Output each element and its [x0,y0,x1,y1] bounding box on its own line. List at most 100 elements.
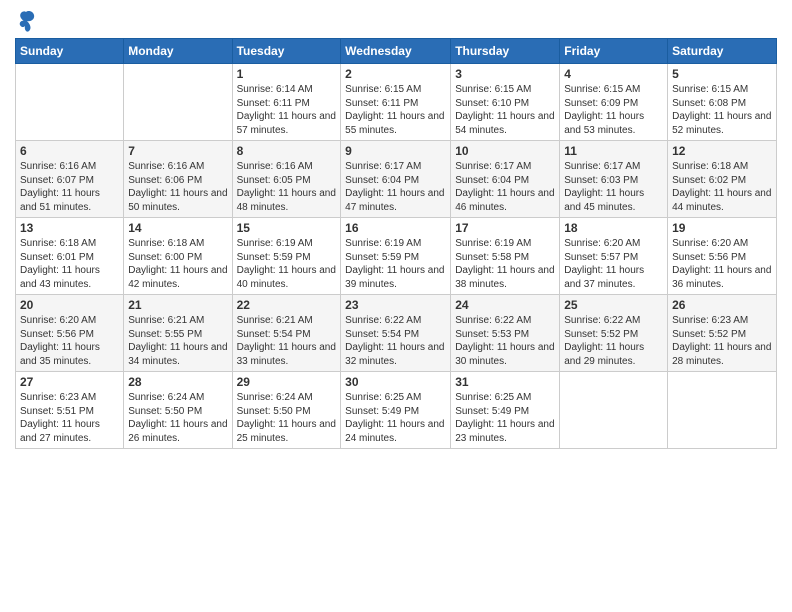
day-info: Sunrise: 6:18 AM Sunset: 6:01 PM Dayligh… [20,237,119,291]
calendar-cell: 2Sunrise: 6:15 AM Sunset: 6:11 PM Daylig… [341,64,451,141]
calendar-cell: 3Sunrise: 6:15 AM Sunset: 6:10 PM Daylig… [451,64,560,141]
calendar-cell: 20 Sunrise: 6:20 AM Sunset: 5:56 PM Dayli… [16,295,124,372]
day-info: Sunrise: 6:23 AM Sunset: 5:52 PM Dayligh… [672,314,772,368]
day-number: 18 [564,221,663,235]
day-number: 21 [128,298,227,312]
day-number: 31 [455,375,555,389]
day-number: 6 [20,144,119,158]
calendar-cell: 23 Sunrise: 6:22 AM Sunset: 5:54 PM Dayli… [341,295,451,372]
calendar-cell: 27Sunrise: 6:23 AM Sunset: 5:51 PM Dayli… [16,372,124,449]
calendar-week-row: 27Sunrise: 6:23 AM Sunset: 5:51 PM Dayli… [16,372,777,449]
calendar-day-header: Sunday [16,39,124,64]
calendar-day-header: Saturday [668,39,777,64]
calendar-cell [16,64,124,141]
calendar-cell: 31 Sunrise: 6:25 AM Sunset: 5:49 PM Dayli… [451,372,560,449]
calendar-day-header: Tuesday [232,39,341,64]
calendar-cell: 18 Sunrise: 6:20 AM Sunset: 5:57 PM Dayli… [560,218,668,295]
day-number: 9 [345,144,446,158]
day-info: Sunrise: 6:16 AM Sunset: 6:06 PM Dayligh… [128,160,227,214]
day-number: 4 [564,67,663,81]
day-info: Sunrise: 6:17 AM Sunset: 6:04 PM Dayligh… [345,160,446,214]
calendar-cell: 7 Sunrise: 6:16 AM Sunset: 6:06 PM Daylig… [124,141,232,218]
day-number: 23 [345,298,446,312]
day-info: Sunrise: 6:15 AM Sunset: 6:11 PM Dayligh… [345,83,446,137]
calendar-week-row: 20 Sunrise: 6:20 AM Sunset: 5:56 PM Dayli… [16,295,777,372]
day-number: 13 [20,221,119,235]
calendar-cell [560,372,668,449]
day-number: 7 [128,144,227,158]
day-info: Sunrise: 6:24 AM Sunset: 5:50 PM Dayligh… [237,391,337,445]
day-number: 22 [237,298,337,312]
day-info: Sunrise: 6:16 AM Sunset: 6:07 PM Dayligh… [20,160,119,214]
day-number: 1 [237,67,337,81]
day-info: Sunrise: 6:18 AM Sunset: 6:00 PM Dayligh… [128,237,227,291]
day-info: Sunrise: 6:19 AM Sunset: 5:58 PM Dayligh… [455,237,555,291]
day-number: 20 [20,298,119,312]
day-info: Sunrise: 6:15 AM Sunset: 6:10 PM Dayligh… [455,83,555,137]
day-info: Sunrise: 6:16 AM Sunset: 6:05 PM Dayligh… [237,160,337,214]
calendar-cell [124,64,232,141]
logo [15,10,35,32]
day-info: Sunrise: 6:22 AM Sunset: 5:52 PM Dayligh… [564,314,663,368]
day-info: Sunrise: 6:22 AM Sunset: 5:53 PM Dayligh… [455,314,555,368]
day-number: 28 [128,375,227,389]
day-info: Sunrise: 6:17 AM Sunset: 6:03 PM Dayligh… [564,160,663,214]
calendar-cell: 8 Sunrise: 6:16 AM Sunset: 6:05 PM Daylig… [232,141,341,218]
calendar-day-header: Wednesday [341,39,451,64]
day-number: 16 [345,221,446,235]
calendar-week-row: 6 Sunrise: 6:16 AM Sunset: 6:07 PM Daylig… [16,141,777,218]
day-info: Sunrise: 6:25 AM Sunset: 5:49 PM Dayligh… [455,391,555,445]
calendar-cell: 14 Sunrise: 6:18 AM Sunset: 6:00 PM Dayli… [124,218,232,295]
calendar-cell: 21 Sunrise: 6:21 AM Sunset: 5:55 PM Dayli… [124,295,232,372]
calendar-day-header: Monday [124,39,232,64]
calendar-header-row: SundayMondayTuesdayWednesdayThursdayFrid… [16,39,777,64]
header [15,10,777,32]
logo-bird-icon [17,10,35,32]
day-number: 29 [237,375,337,389]
day-info: Sunrise: 6:19 AM Sunset: 5:59 PM Dayligh… [345,237,446,291]
calendar-cell [668,372,777,449]
day-info: Sunrise: 6:21 AM Sunset: 5:55 PM Dayligh… [128,314,227,368]
day-info: Sunrise: 6:15 AM Sunset: 6:08 PM Dayligh… [672,83,772,137]
calendar-cell: 11 Sunrise: 6:17 AM Sunset: 6:03 PM Dayli… [560,141,668,218]
day-number: 19 [672,221,772,235]
day-number: 24 [455,298,555,312]
day-info: Sunrise: 6:20 AM Sunset: 5:57 PM Dayligh… [564,237,663,291]
calendar-cell: 25Sunrise: 6:22 AM Sunset: 5:52 PM Dayli… [560,295,668,372]
day-number: 15 [237,221,337,235]
calendar-cell: 10 Sunrise: 6:17 AM Sunset: 6:04 PM Dayli… [451,141,560,218]
day-info: Sunrise: 6:24 AM Sunset: 5:50 PM Dayligh… [128,391,227,445]
day-info: Sunrise: 6:19 AM Sunset: 5:59 PM Dayligh… [237,237,337,291]
day-number: 8 [237,144,337,158]
day-number: 10 [455,144,555,158]
calendar-cell: 17Sunrise: 6:19 AM Sunset: 5:58 PM Dayli… [451,218,560,295]
calendar-cell: 19 Sunrise: 6:20 AM Sunset: 5:56 PM Dayli… [668,218,777,295]
calendar-cell: 12 Sunrise: 6:18 AM Sunset: 6:02 PM Dayli… [668,141,777,218]
calendar-cell: 28 Sunrise: 6:24 AM Sunset: 5:50 PM Dayli… [124,372,232,449]
calendar-cell: 16 Sunrise: 6:19 AM Sunset: 5:59 PM Dayli… [341,218,451,295]
day-info: Sunrise: 6:22 AM Sunset: 5:54 PM Dayligh… [345,314,446,368]
calendar-cell: 1 Sunrise: 6:14 AM Sunset: 6:11 PM Daylig… [232,64,341,141]
calendar-day-header: Friday [560,39,668,64]
day-number: 5 [672,67,772,81]
calendar-week-row: 13 Sunrise: 6:18 AM Sunset: 6:01 PM Dayli… [16,218,777,295]
calendar-cell: 26 Sunrise: 6:23 AM Sunset: 5:52 PM Dayli… [668,295,777,372]
day-info: Sunrise: 6:14 AM Sunset: 6:11 PM Dayligh… [237,83,337,137]
day-number: 14 [128,221,227,235]
day-number: 30 [345,375,446,389]
day-info: Sunrise: 6:20 AM Sunset: 5:56 PM Dayligh… [20,314,119,368]
day-number: 12 [672,144,772,158]
day-number: 26 [672,298,772,312]
day-info: Sunrise: 6:15 AM Sunset: 6:09 PM Dayligh… [564,83,663,137]
day-info: Sunrise: 6:17 AM Sunset: 6:04 PM Dayligh… [455,160,555,214]
calendar-cell: 4 Sunrise: 6:15 AM Sunset: 6:09 PM Daylig… [560,64,668,141]
day-info: Sunrise: 6:18 AM Sunset: 6:02 PM Dayligh… [672,160,772,214]
day-number: 11 [564,144,663,158]
calendar-cell: 6 Sunrise: 6:16 AM Sunset: 6:07 PM Daylig… [16,141,124,218]
page: SundayMondayTuesdayWednesdayThursdayFrid… [0,0,792,612]
day-number: 27 [20,375,119,389]
calendar-cell: 22Sunrise: 6:21 AM Sunset: 5:54 PM Dayli… [232,295,341,372]
calendar-cell: 24 Sunrise: 6:22 AM Sunset: 5:53 PM Dayli… [451,295,560,372]
calendar-day-header: Thursday [451,39,560,64]
day-info: Sunrise: 6:20 AM Sunset: 5:56 PM Dayligh… [672,237,772,291]
